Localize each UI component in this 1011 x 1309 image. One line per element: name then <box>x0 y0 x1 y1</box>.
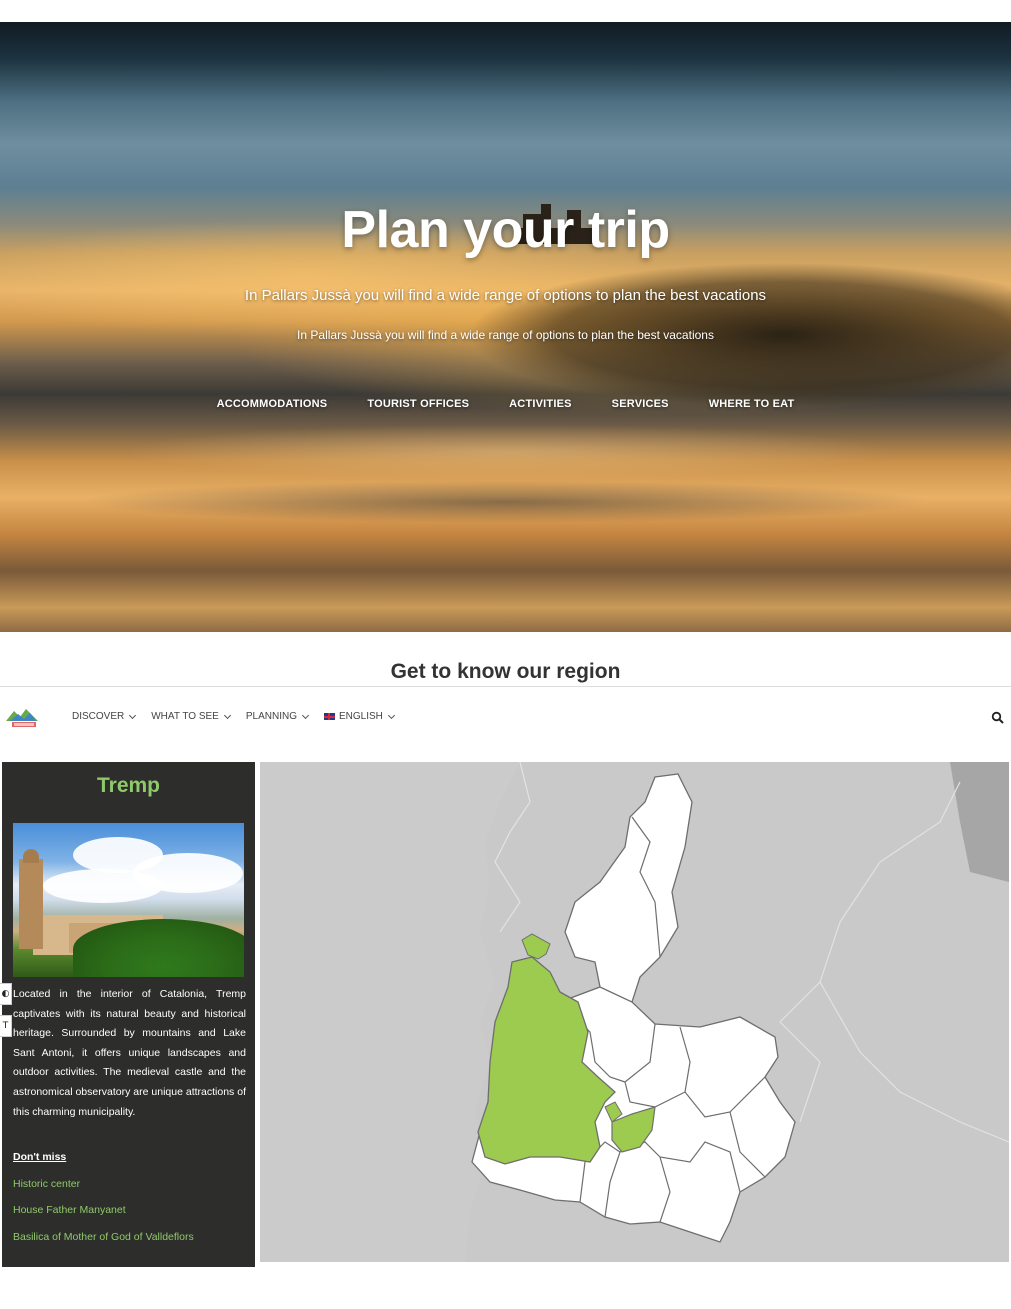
hero-link-where-to-eat[interactable]: WHERE TO EAT <box>709 398 795 410</box>
hero-banner: Plan your trip In Pallars Jussà you will… <box>0 22 1011 632</box>
hero-quick-links: ACCOMMODATIONS TOURIST OFFICES ACTIVITIE… <box>0 398 1011 410</box>
site-logo[interactable] <box>4 705 42 729</box>
hero-subtitle: In Pallars Jussà you will find a wide ra… <box>244 287 767 304</box>
chevron-down-icon <box>223 711 231 719</box>
nav-planning-label: PLANNING <box>245 711 297 722</box>
hero-link-tourist-offices[interactable]: TOURIST OFFICES <box>367 398 469 410</box>
chevron-down-icon <box>129 711 137 719</box>
municipality-photo <box>13 823 244 977</box>
top-navbar: DISCOVER WHAT TO SEE PLANNING ENGLISH <box>0 686 1011 746</box>
municipality-info-panel: Tremp Located in the interior of Catalon… <box>2 762 255 1267</box>
dont-miss-link[interactable]: House Father Manyanet <box>13 1204 126 1216</box>
chevron-down-icon <box>301 711 310 719</box>
nav-discover-label: DISCOVER <box>72 711 125 722</box>
nav-planning[interactable]: PLANNING <box>245 711 310 722</box>
hero-link-services[interactable]: SERVICES <box>612 398 669 410</box>
hero-link-activities[interactable]: ACTIVITIES <box>509 398 572 410</box>
uk-flag-icon <box>323 713 335 720</box>
nav-language-label: ENGLISH <box>338 711 383 722</box>
nav-what-to-see-label: WHAT TO SEE <box>151 711 219 722</box>
nav-what-to-see[interactable]: WHAT TO SEE <box>151 711 231 722</box>
dont-miss-link[interactable]: Historic center <box>13 1178 80 1190</box>
hero-fog-shadow <box>0 472 1011 532</box>
hero-title: Plan your trip <box>341 201 670 259</box>
contrast-toggle-icon[interactable]: ◐ <box>0 983 12 1005</box>
hero-subtitle-small: In Pallars Jussà you will find a wide ra… <box>297 328 714 342</box>
hero-link-accommodations[interactable]: ACCOMMODATIONS <box>217 398 328 410</box>
search-icon[interactable] <box>991 710 1005 724</box>
municipality-title: Tremp <box>96 774 161 797</box>
dont-miss-heading: Don't miss <box>13 1151 67 1163</box>
region-map[interactable] <box>260 761 1010 1262</box>
text-size-toggle-icon[interactable]: T <box>0 1015 12 1037</box>
municipality-description: Located in the interior of Catalonia, Tr… <box>13 988 246 1118</box>
section-title: Get to know our region <box>390 660 621 683</box>
nav-language[interactable]: ENGLISH <box>323 711 395 722</box>
nav-discover[interactable]: DISCOVER <box>72 711 137 722</box>
chevron-down-icon <box>387 711 395 719</box>
dont-miss-link[interactable]: Basilica of Mother of God of Valldeflors <box>13 1231 194 1243</box>
